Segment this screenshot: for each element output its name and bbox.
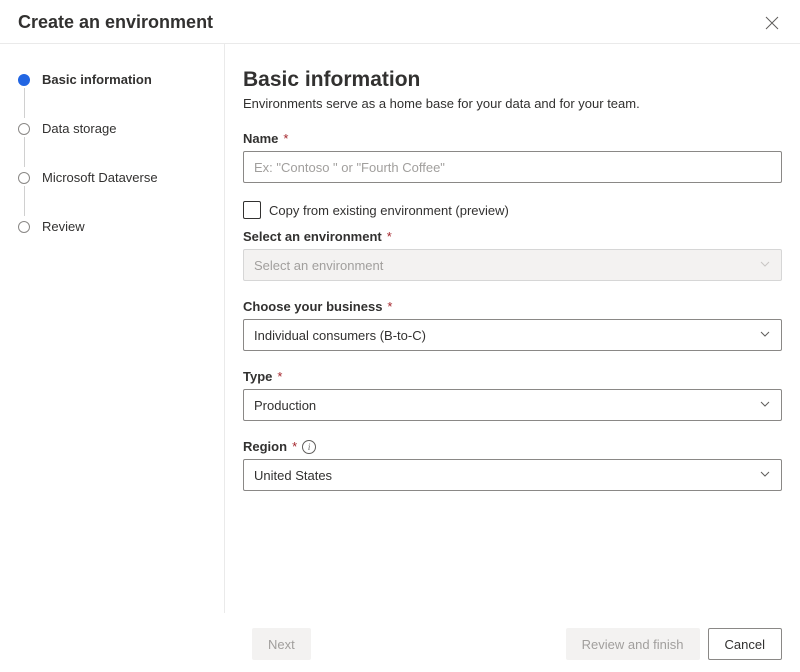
region-dropdown[interactable]: United States [243, 459, 782, 491]
wizard-steps: Basic information Data storage Microsoft… [0, 44, 225, 613]
select-environment-dropdown: Select an environment [243, 249, 782, 281]
step-label: Data storage [42, 121, 116, 136]
select-environment-label: Select an environment* [243, 229, 782, 244]
review-finish-button: Review and finish [566, 628, 700, 660]
page-subheading: Environments serve as a home base for yo… [243, 96, 782, 111]
next-button: Next [252, 628, 311, 660]
step-data-storage[interactable]: Data storage [18, 121, 214, 170]
business-label: Choose your business* [243, 299, 782, 314]
page-heading: Basic information [243, 68, 782, 92]
region-label: Region* i [243, 439, 782, 454]
step-dot-icon [18, 172, 30, 184]
business-dropdown[interactable]: Individual consumers (B-to-C) [243, 319, 782, 351]
type-dropdown[interactable]: Production [243, 389, 782, 421]
step-label: Review [42, 219, 85, 234]
info-icon[interactable]: i [302, 440, 316, 454]
step-label: Basic information [42, 72, 152, 87]
step-review[interactable]: Review [18, 219, 214, 234]
step-basic-information[interactable]: Basic information [18, 72, 214, 121]
type-label: Type* [243, 369, 782, 384]
footer: Next Review and finish Cancel [0, 616, 800, 672]
step-dot-icon [18, 123, 30, 135]
chevron-down-icon [759, 468, 771, 483]
chevron-down-icon [759, 328, 771, 343]
name-input[interactable] [243, 151, 782, 183]
step-microsoft-dataverse[interactable]: Microsoft Dataverse [18, 170, 214, 219]
step-label: Microsoft Dataverse [42, 170, 158, 185]
step-dot-icon [18, 221, 30, 233]
cancel-button[interactable]: Cancel [708, 628, 782, 660]
copy-existing-checkbox[interactable] [243, 201, 261, 219]
step-dot-icon [18, 74, 30, 86]
chevron-down-icon [759, 258, 771, 273]
main-panel: Basic information Environments serve as … [225, 44, 800, 613]
chevron-down-icon [759, 398, 771, 413]
copy-existing-label: Copy from existing environment (preview) [269, 203, 509, 218]
name-label: Name* [243, 131, 782, 146]
close-icon[interactable] [762, 13, 782, 33]
dialog-title: Create an environment [18, 12, 213, 33]
